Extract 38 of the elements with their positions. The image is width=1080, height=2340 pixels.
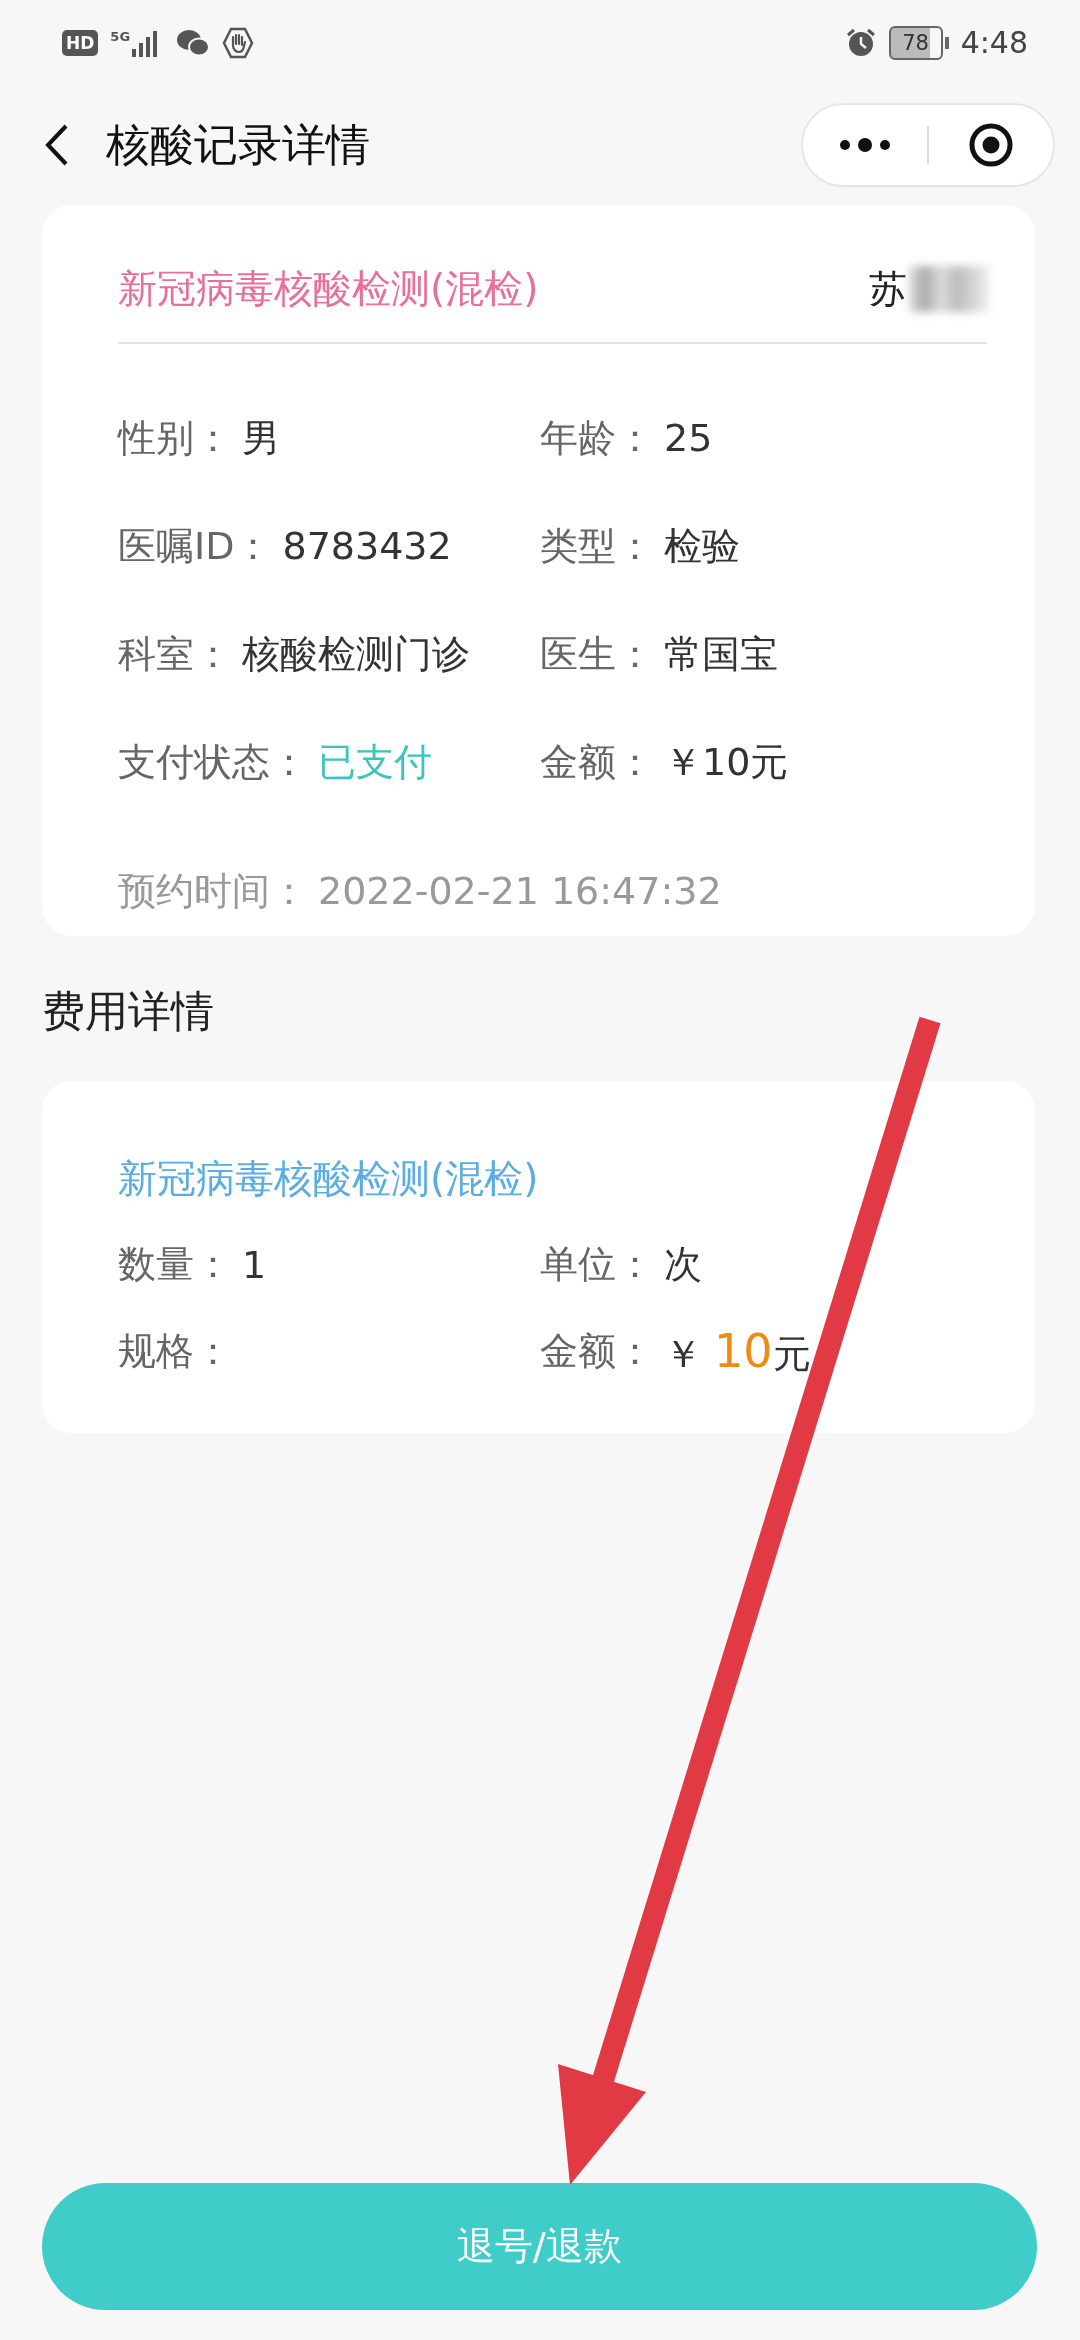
field-label: 金额：	[540, 1328, 654, 1375]
field-value: 检验	[664, 522, 740, 570]
page-title: 核酸记录详情	[106, 117, 371, 172]
field-value: 8783432	[282, 524, 452, 568]
field-label: 规格：	[118, 1328, 232, 1375]
item-name: 新冠病毒核酸检测(混检)	[118, 1155, 540, 1203]
field-label: 金额：	[540, 738, 654, 786]
field-label: 预约时间：	[118, 867, 308, 915]
field-label: 科室：	[118, 630, 232, 678]
field-value: 1	[242, 1242, 267, 1287]
target-icon	[967, 122, 1014, 168]
appointment-time: 2022-02-21 16:47:32	[318, 869, 722, 913]
clock-time: 4:48	[960, 25, 1028, 60]
field-value: 次	[664, 1241, 702, 1288]
field-label: 数量：	[118, 1241, 232, 1288]
test-title: 新冠病毒核酸检测(混检)	[118, 265, 540, 313]
field-label: 年龄：	[540, 414, 654, 462]
field-label: 类型：	[540, 522, 654, 570]
field-value: 男	[242, 414, 280, 462]
patient-name: 苏	[869, 265, 907, 313]
amount-value: ￥ 10元	[664, 1323, 811, 1380]
field-label: 单位：	[540, 1241, 654, 1288]
hand-icon	[222, 26, 255, 59]
status-value: 已支付	[318, 738, 432, 786]
field-label: 医生：	[540, 630, 654, 678]
field-value: ￥10元	[664, 738, 789, 786]
alarm-icon	[844, 26, 877, 59]
chat-icon	[176, 27, 211, 58]
field-label: 支付状态：	[118, 738, 308, 786]
section-title: 费用详情	[42, 985, 215, 1038]
refund-button[interactable]: 退号/退款	[42, 2183, 1037, 2310]
battery-icon: 78	[888, 25, 943, 60]
field-label: 医嘱ID：	[118, 522, 273, 570]
hd-badge: HD	[62, 29, 99, 56]
field-value: 核酸检测门诊	[242, 630, 470, 678]
field-value: 常国宝	[664, 630, 778, 678]
field-value: 25	[664, 416, 713, 460]
field-label: 性别：	[118, 414, 232, 462]
